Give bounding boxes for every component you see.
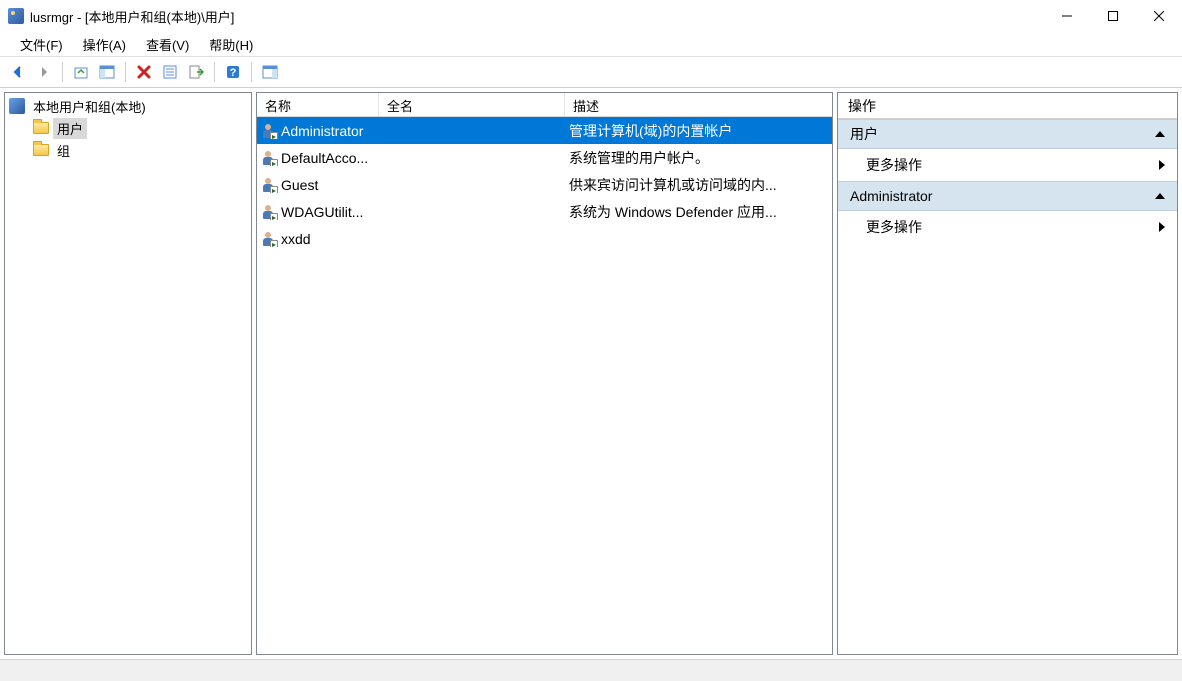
action-more-users-label: 更多操作 [866,155,922,175]
window-title: lusrmgr - [本地用户和组(本地)\用户] [30,7,234,26]
user-icon [261,231,277,247]
tree-root-label: 本地用户和组(本地) [29,96,150,117]
forward-button[interactable] [32,60,56,84]
cell-name: DefaultAcco... [257,150,379,166]
column-header-description[interactable]: 描述 [565,93,832,116]
content-area: 本地用户和组(本地) 用户 组 名称 全名 描述 Administrator 管理… [0,88,1182,659]
column-header-fullname[interactable]: 全名 [379,93,565,116]
folder-icon [33,120,49,136]
close-button[interactable] [1136,0,1182,32]
toolbar-separator [125,62,126,82]
toolbar: ? [0,56,1182,88]
menu-file[interactable]: 文件(F) [10,32,73,57]
export-button[interactable] [184,60,208,84]
show-hide-actions-button[interactable] [258,60,282,84]
user-name-text: xxdd [281,231,311,247]
toolbar-separator [214,62,215,82]
delete-button[interactable] [132,60,156,84]
column-header-name[interactable]: 名称 [257,93,379,116]
properties-button[interactable] [158,60,182,84]
action-group-users-title: 用户 [850,124,878,144]
user-icon [261,177,277,193]
toolbar-separator [251,62,252,82]
menu-action[interactable]: 操作(A) [73,32,136,57]
help-button[interactable]: ? [221,60,245,84]
list-row[interactable]: WDAGUtilit... 系统为 Windows Defender 应用... [257,198,832,225]
cell-description: 管理计算机(域)的内置帐户 [565,121,832,141]
user-name-text: WDAGUtilit... [281,204,363,220]
up-button[interactable] [69,60,93,84]
list-header: 名称 全名 描述 [257,93,832,117]
folder-icon [33,142,49,158]
action-more-administrator[interactable]: 更多操作 [838,211,1177,243]
action-group-users[interactable]: 用户 [838,119,1177,149]
user-icon [261,150,277,166]
list-pane: 名称 全名 描述 Administrator 管理计算机(域)的内置帐户 Defau… [256,92,833,655]
tree-node-users[interactable]: 用户 [5,117,251,139]
window-controls [1044,0,1182,32]
actions-pane: 操作 用户 更多操作 Administrator 更多操作 [837,92,1178,655]
root-icon [9,98,25,114]
list-body: Administrator 管理计算机(域)的内置帐户 DefaultAcco...… [257,117,832,654]
submenu-icon [1159,222,1165,232]
user-name-text: DefaultAcco... [281,150,368,166]
maximize-button[interactable] [1090,0,1136,32]
show-hide-tree-button[interactable] [95,60,119,84]
tree-groups-label: 组 [53,140,74,161]
statusbar [0,659,1182,681]
app-icon [8,8,24,24]
tree: 本地用户和组(本地) 用户 组 [5,93,251,163]
user-icon [261,204,277,220]
menubar: 文件(F) 操作(A) 查看(V) 帮助(H) [0,32,1182,56]
action-group-admin-title: Administrator [850,188,932,204]
minimize-button[interactable] [1044,0,1090,32]
tree-pane: 本地用户和组(本地) 用户 组 [4,92,252,655]
list-row[interactable]: Guest 供来宾访问计算机或访问域的内... [257,171,832,198]
cell-description: 供来宾访问计算机或访问域的内... [565,175,832,195]
submenu-icon [1159,160,1165,170]
toolbar-separator [62,62,63,82]
svg-text:?: ? [230,67,237,79]
user-name-text: Administrator [281,123,363,139]
cell-name: Guest [257,177,379,193]
cell-name: WDAGUtilit... [257,204,379,220]
cell-description: 系统管理的用户帐户。 [565,148,832,168]
titlebar: lusrmgr - [本地用户和组(本地)\用户] [0,0,1182,32]
list-row[interactable]: Administrator 管理计算机(域)的内置帐户 [257,117,832,144]
cell-name: xxdd [257,231,379,247]
collapse-icon [1155,131,1165,137]
list-row[interactable]: DefaultAcco... 系统管理的用户帐户。 [257,144,832,171]
tree-node-groups[interactable]: 组 [5,139,251,161]
list-row[interactable]: xxdd [257,225,832,252]
cell-name: Administrator [257,123,379,139]
back-button[interactable] [6,60,30,84]
action-group-administrator[interactable]: Administrator [838,181,1177,211]
menu-help[interactable]: 帮助(H) [199,32,263,57]
menu-view[interactable]: 查看(V) [136,32,199,57]
tree-users-label: 用户 [53,118,87,139]
actions-pane-header: 操作 [838,93,1177,119]
collapse-icon [1155,193,1165,199]
cell-description: 系统为 Windows Defender 应用... [565,202,832,222]
action-more-admin-label: 更多操作 [866,217,922,237]
action-more-users[interactable]: 更多操作 [838,149,1177,181]
user-name-text: Guest [281,177,318,193]
tree-root[interactable]: 本地用户和组(本地) [5,95,251,117]
user-icon [261,123,277,139]
